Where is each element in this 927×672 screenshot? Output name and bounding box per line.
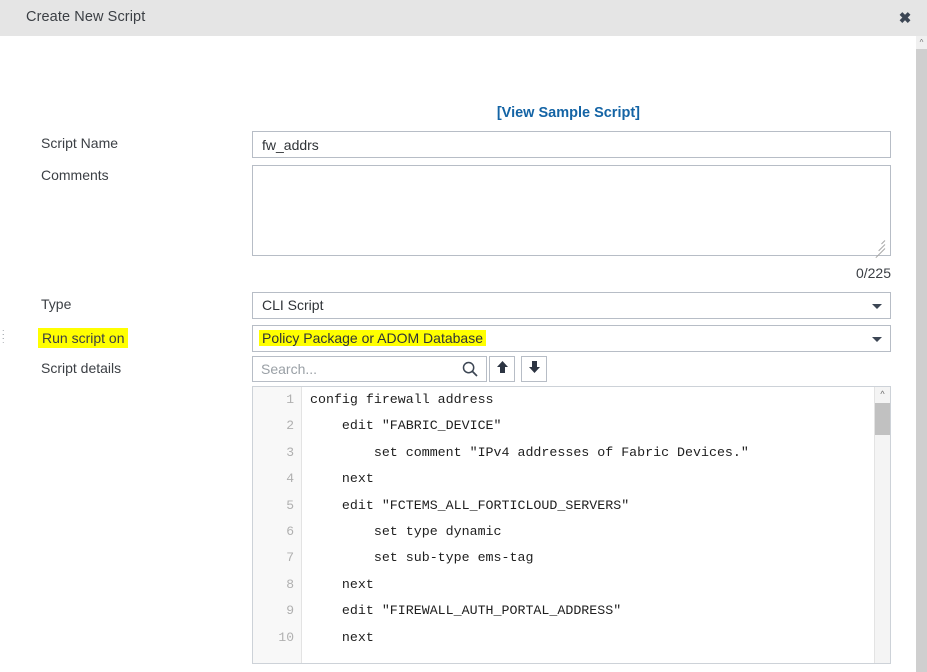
page-scrollbar[interactable]: ^ [916,36,927,672]
search-input[interactable] [253,357,455,381]
editor-code-line: edit "FABRIC_DEVICE" [310,413,873,439]
view-sample-script-link[interactable]: [View Sample Script] [490,105,640,121]
dialog-title: Create New Script [26,9,145,25]
editor-line-number: 10 [253,625,301,651]
script-search-box[interactable] [252,356,487,382]
search-icon[interactable] [462,361,478,377]
comments-label: Comments [41,167,109,183]
comments-textarea[interactable] [252,165,891,256]
editor-code-line: set type dynamic [310,519,873,545]
dialog-resize-grip-icon[interactable]: ::: [2,330,9,344]
editor-code-line: next [310,625,873,651]
editor-line-numbers: 12345678910 [253,387,302,663]
editor-line-number: 1 [253,387,301,413]
editor-line-number: 5 [253,493,301,519]
editor-code-area[interactable]: config firewall address edit "FABRIC_DEV… [303,387,873,663]
editor-code-line: set comment "IPv4 addresses of Fabric De… [310,440,873,466]
search-next-button[interactable] [521,356,547,382]
arrow-down-icon [528,360,541,379]
search-prev-button[interactable] [489,356,515,382]
script-code-editor[interactable]: 12345678910 config firewall address edit… [252,386,891,664]
editor-scrollbar[interactable]: ^ [874,387,890,663]
editor-line-number: 6 [253,519,301,545]
editor-code-line: edit "FIREWALL_AUTH_PORTAL_ADDRESS" [310,598,873,624]
type-select-value: CLI Script [262,297,323,313]
editor-code-line: next [310,572,873,598]
editor-code-line: set sub-type ems-tag [310,545,873,571]
chevron-up-icon[interactable]: ^ [875,387,890,402]
chevron-up-icon[interactable]: ^ [916,36,927,49]
editor-line-number: 8 [253,572,301,598]
chevron-down-icon [872,304,882,309]
arrow-up-icon [496,360,509,379]
editor-code-line: edit "FCTEMS_ALL_FORTICLOUD_SERVERS" [310,493,873,519]
type-select[interactable]: CLI Script [252,292,891,319]
editor-line-number: 2 [253,413,301,439]
editor-scrollbar-thumb[interactable] [875,403,890,435]
create-new-script-dialog: Create New Script ✖ [View Sample Script]… [0,0,927,672]
run-script-on-label: Run script on [38,328,128,348]
run-script-on-select-value: Policy Package or ADOM Database [259,330,486,346]
script-details-label: Script details [41,360,121,376]
dialog-body: [View Sample Script] Script Name Comment… [11,36,916,672]
type-label: Type [41,296,71,312]
chevron-down-icon [872,337,882,342]
editor-line-number: 4 [253,466,301,492]
editor-code-line: next [310,466,873,492]
script-name-label: Script Name [41,135,118,151]
editor-line-number: 9 [253,598,301,624]
dialog-titlebar: Create New Script ✖ [0,0,927,36]
comments-char-count: 0/225 [760,265,891,281]
editor-line-number: 7 [253,545,301,571]
editor-line-number: 3 [253,440,301,466]
editor-code-line: config firewall address [310,387,873,413]
script-name-input[interactable] [252,131,891,158]
close-icon[interactable]: ✖ [892,5,918,31]
run-script-on-select[interactable]: Policy Package or ADOM Database [252,325,891,352]
